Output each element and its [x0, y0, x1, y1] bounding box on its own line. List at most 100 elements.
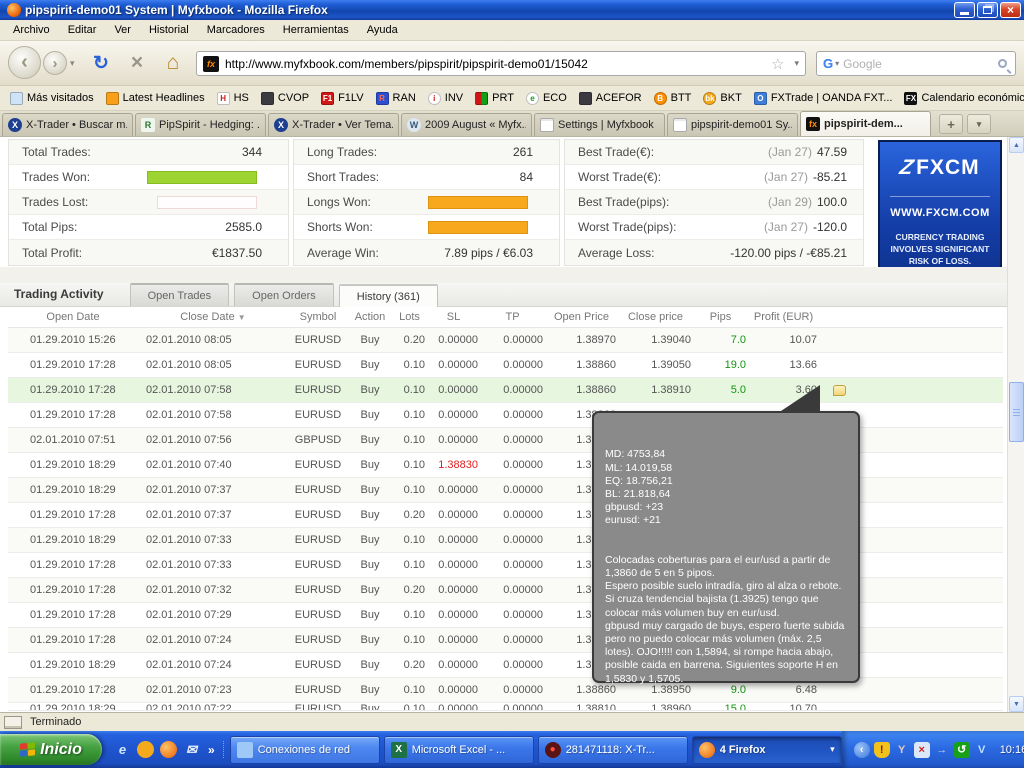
- menu-item[interactable]: Archivo: [4, 21, 59, 39]
- bookmark-item[interactable]: e ECO: [522, 90, 571, 107]
- search-bar[interactable]: G ▾ Google: [816, 51, 1016, 76]
- bookmark-item[interactable]: B BTT: [650, 90, 696, 107]
- tab-history[interactable]: History (361): [339, 284, 438, 307]
- xtrader-icon: ●: [545, 742, 561, 758]
- bookmark-item[interactable]: PRT: [471, 90, 518, 107]
- menu-item[interactable]: Ver: [105, 21, 140, 39]
- bookmark-item[interactable]: CVOP: [257, 90, 313, 107]
- cell-open-date: 01.29.2010 17:28: [8, 684, 138, 696]
- scrollbar-thumb[interactable]: [1009, 382, 1024, 442]
- mail-icon[interactable]: ✉: [183, 741, 200, 758]
- bookmark-item[interactable]: O FXTrade | OANDA FXT...: [750, 90, 897, 107]
- stop-button[interactable]: ×: [124, 50, 150, 76]
- task-firefox-group[interactable]: 4 Firefox ▾: [692, 736, 842, 764]
- column-tp[interactable]: TP: [480, 311, 545, 323]
- comment-bubble-icon[interactable]: [833, 385, 846, 396]
- column-pips[interactable]: Pips: [693, 311, 748, 323]
- search-engine-dropdown-icon[interactable]: ▾: [835, 59, 839, 68]
- bookmark-item[interactable]: H HS: [213, 90, 253, 107]
- calendar-clock-icon[interactable]: [137, 741, 154, 758]
- cell-action: Buy: [348, 659, 392, 671]
- cell-open-date: 01.29.2010 18:29: [8, 703, 138, 711]
- tab-2009-august-myfxbook[interactable]: W 2009 August « Myfx...: [401, 113, 532, 136]
- history-table-row[interactable]: 01.29.2010 17:28 02.01.2010 08:05 EURUSD…: [8, 353, 1003, 378]
- column-close-date[interactable]: Close Date ▼: [138, 311, 288, 323]
- bookmark-star-icon[interactable]: ☆: [771, 55, 784, 73]
- bookmark-item[interactable]: i INV: [424, 90, 467, 107]
- stat-row: Best Trade(pips): (Jan 29) 100.0: [565, 190, 863, 215]
- history-table-row[interactable]: 01.29.2010 17:28 02.01.2010 07:58 EURUSD…: [8, 378, 1003, 403]
- wireless-antenna-icon[interactable]: Y: [894, 742, 910, 758]
- stats-column-2: Long Trades: 261 Short Trades: 84 Longs …: [293, 139, 560, 266]
- bookmark-item[interactable]: ACEFOR: [575, 90, 646, 107]
- reload-button[interactable]: ↻: [88, 50, 114, 76]
- tab-pipspirit-hedging[interactable]: R PipSpirit - Hedging: ...: [135, 113, 266, 136]
- bookmark-item[interactable]: Más visitados: [6, 90, 98, 107]
- stat-row: Long Trades: 261: [294, 140, 559, 165]
- search-engine-icon[interactable]: G: [823, 56, 833, 71]
- forward-button[interactable]: ›: [43, 51, 67, 75]
- home-button[interactable]: ⌂: [160, 50, 186, 76]
- task-281471118-xtrader[interactable]: ● 281471118: X-Tr...: [538, 736, 688, 764]
- column-sl[interactable]: SL: [427, 311, 480, 323]
- quicklaunch-overflow-icon[interactable]: »: [208, 743, 215, 757]
- network-disconnected-icon[interactable]: ×: [914, 742, 930, 758]
- search-input[interactable]: Google: [843, 57, 998, 71]
- taskbar-clock[interactable]: 10:16: [1000, 744, 1024, 756]
- window-restore-button[interactable]: [977, 2, 998, 18]
- menu-item[interactable]: Historial: [140, 21, 198, 39]
- task-microsoft-excel[interactable]: X Microsoft Excel - ...: [384, 736, 534, 764]
- column-open-date[interactable]: Open Date: [8, 311, 138, 323]
- window-minimize-button[interactable]: [954, 2, 975, 18]
- start-button[interactable]: Inicio: [0, 734, 102, 765]
- remote-pointer-icon[interactable]: →: [934, 742, 950, 758]
- security-shield-icon[interactable]: !: [874, 742, 890, 758]
- bookmark-item[interactable]: bk BKT: [699, 90, 745, 107]
- menu-item[interactable]: Marcadores: [198, 21, 274, 39]
- column-action[interactable]: Action: [348, 311, 392, 323]
- tab-pipspirit-demo01[interactable]: pipspirit-demo01 Sy...: [667, 113, 798, 136]
- bookmark-item[interactable]: FX Calendario económico: [900, 90, 1024, 107]
- menu-item[interactable]: Editar: [59, 21, 106, 39]
- window-titlebar[interactable]: pipspirit-demo01 System | Myfxbook - Moz…: [0, 0, 1024, 20]
- tab-pipspirit-demo01-active[interactable]: fx pipspirit-dem... ×: [800, 111, 931, 136]
- url-text[interactable]: http://www.myfxbook.com/members/pipspiri…: [225, 57, 771, 71]
- history-dropdown-icon[interactable]: ▾: [70, 58, 75, 69]
- tab-xtrader-buscar[interactable]: X X-Trader • Buscar m...: [2, 113, 133, 136]
- bookmark-item[interactable]: Latest Headlines: [102, 90, 209, 107]
- tab-favicon: R: [141, 118, 155, 132]
- window-close-button[interactable]: ×: [1000, 2, 1021, 18]
- browser-status-bar: Terminado: [0, 712, 1024, 731]
- new-tab-button[interactable]: +: [939, 114, 963, 134]
- back-button[interactable]: ‹: [8, 46, 41, 79]
- vnc-icon[interactable]: ↺: [954, 742, 970, 758]
- column-lots[interactable]: Lots: [392, 311, 427, 323]
- task-conexiones-de-red[interactable]: Conexiones de red: [230, 736, 380, 764]
- tab-list-dropdown-icon[interactable]: ▾: [967, 114, 991, 134]
- column-symbol[interactable]: Symbol: [288, 311, 348, 323]
- tab-settings-myfxbook[interactable]: Settings | Myfxbook: [534, 113, 665, 136]
- menu-item[interactable]: Herramientas: [274, 21, 358, 39]
- column-close-price[interactable]: Close price: [618, 311, 693, 323]
- column-profit[interactable]: Profit (EUR): [748, 311, 819, 323]
- bookmark-item[interactable]: R RAN: [372, 90, 420, 107]
- history-table-row[interactable]: 01.29.2010 18:29 02.01.2010 07:22 EURUSD…: [8, 703, 1003, 711]
- url-dropdown-icon[interactable]: ▾: [794, 58, 799, 69]
- history-table-row[interactable]: 01.29.2010 15:26 02.01.2010 08:05 EURUSD…: [8, 328, 1003, 353]
- tab-open-orders[interactable]: Open Orders: [234, 283, 334, 306]
- tray-collapse-chevron-icon[interactable]: ‹: [854, 742, 870, 758]
- internet-explorer-icon[interactable]: e: [114, 741, 131, 758]
- bookmark-item[interactable]: F1 F1LV: [317, 90, 367, 107]
- column-open-price[interactable]: Open Price: [545, 311, 618, 323]
- firefox-icon[interactable]: [160, 741, 177, 758]
- scroll-up-icon[interactable]: ▲: [1009, 137, 1024, 153]
- tab-open-trades[interactable]: Open Trades: [130, 283, 230, 306]
- vertical-scrollbar[interactable]: ▲ ▼: [1007, 137, 1024, 712]
- tab-xtrader-ver-tema[interactable]: X X-Trader • Ver Tema...: [268, 113, 399, 136]
- search-icon[interactable]: [998, 59, 1007, 68]
- url-bar[interactable]: fx http://www.myfxbook.com/members/pipsp…: [196, 51, 806, 76]
- menu-item[interactable]: Ayuda: [358, 21, 407, 39]
- scroll-down-icon[interactable]: ▼: [1009, 696, 1024, 712]
- cell-sl: 0.00000: [427, 609, 480, 621]
- messenger-bird-icon[interactable]: V: [974, 742, 990, 758]
